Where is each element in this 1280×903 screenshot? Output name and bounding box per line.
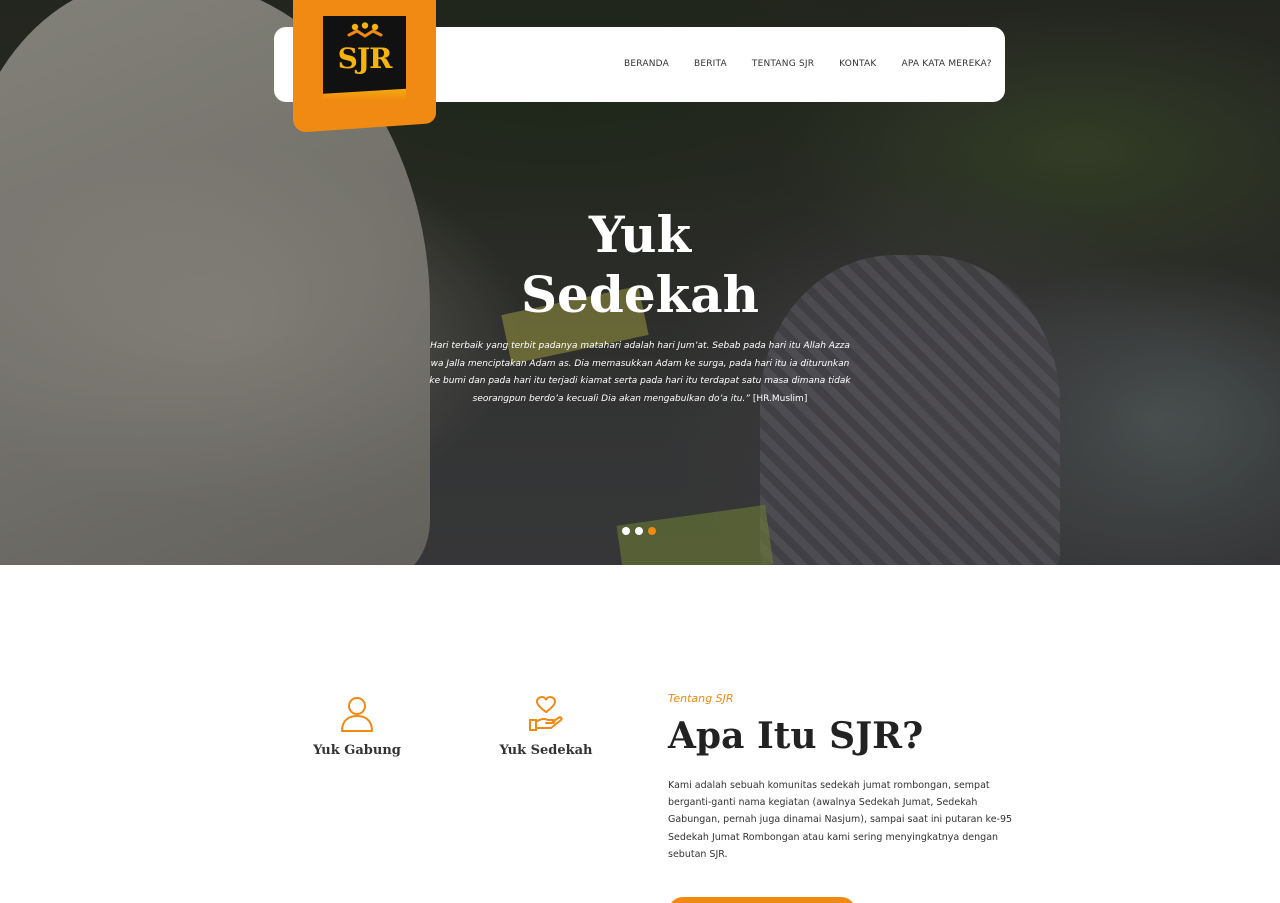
main-menu: BERANDA BERITA TENTANG SJR KONTAK APA KA… — [624, 59, 992, 69]
nav-item-kontak[interactable]: KONTAK — [839, 59, 876, 69]
site-logo[interactable]: SJR — [323, 16, 406, 100]
about-text: Kami adalah sebuah komunitas sedekah jum… — [668, 780, 1013, 860]
about-eyebrow: Tentang SJR — [668, 692, 734, 705]
nav-item-apa-kata-mereka[interactable]: APA KATA MEREKA? — [901, 59, 991, 69]
hero-quote: Hari terbaik yang terbit padanya matahar… — [425, 338, 855, 408]
heart-hand-icon — [529, 696, 563, 731]
feature-yuk-sedekah[interactable]: Yuk Sedekah — [466, 695, 626, 758]
slider-dot-1[interactable] — [622, 527, 630, 535]
feature-label: Yuk Sedekah — [499, 743, 593, 758]
feature-yuk-gabung[interactable]: Yuk Gabung — [277, 695, 437, 758]
nav-item-tentang-sjr[interactable]: TENTANG SJR — [752, 59, 814, 69]
slider-dot-2[interactable] — [635, 527, 643, 535]
hero-title-line-1: Yuk — [588, 205, 692, 264]
hero-title-line-2: Sedekah — [520, 265, 760, 324]
logo-text: SJR — [337, 42, 393, 75]
slider-dot-3[interactable] — [648, 527, 656, 535]
nav-item-beranda[interactable]: BERANDA — [624, 59, 669, 69]
logo-swoosh — [323, 88, 406, 100]
feature-label: Yuk Gabung — [313, 743, 401, 758]
hero-title: Yuk Sedekah — [440, 205, 840, 325]
user-icon — [341, 697, 373, 732]
logo-people-icon — [347, 22, 383, 38]
nav-item-berita[interactable]: BERITA — [694, 59, 727, 69]
about-cta-button[interactable] — [668, 897, 856, 903]
slider-dots — [622, 527, 656, 535]
about-title: Apa Itu SJR? — [668, 715, 924, 757]
hero-quote-source: [HR.Muslim] — [752, 393, 808, 404]
